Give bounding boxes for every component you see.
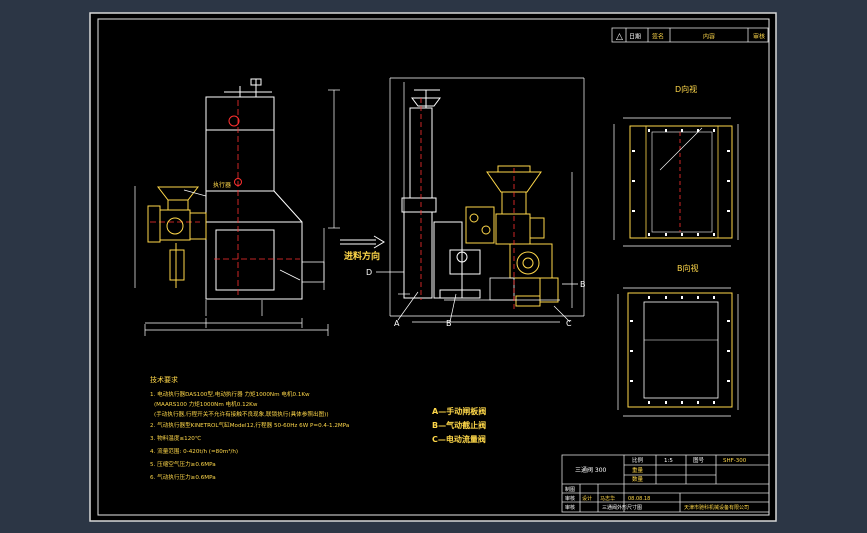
tech-note-item: 1. 电动执行器DAS100型,电动执行器 力矩1000Nm 电机0.1Kw [150, 390, 310, 398]
revision-signature-header: 签名 [652, 33, 664, 41]
ratio-label: 比例 [632, 456, 644, 464]
ratio-value: 1:5 [664, 458, 673, 464]
tech-note-item: (MAARS100 力矩1000Nm 电机0.12Kw [154, 400, 258, 408]
legend-item-c: C—电动流量阀 [432, 434, 486, 444]
feed-direction-label: 进料方向 [344, 250, 380, 262]
tech-note-item: 5. 压缩空气压力≥0.6MPa [150, 460, 216, 468]
legend-item-b: B—气动截止阀 [432, 420, 486, 430]
qty-label: 数量 [632, 475, 644, 483]
drawing-sheet [89, 12, 777, 522]
company-name: 天津市驰科机械设备有限公司 [684, 504, 749, 511]
drawing-description: 三通阀外形尺寸图 [602, 504, 642, 511]
revision-date-header: 日期 [629, 33, 641, 41]
b-view-title: B向视 [677, 263, 699, 273]
tech-note-item: 4. 流量范围: 0-420t/h (=80m³/h) [150, 447, 238, 455]
tech-note-item: (手动执行器,行程开关不允许有接触不良现象,联锁执行(具体参照出图)) [154, 410, 329, 418]
marker-c: C [566, 319, 572, 328]
drawing-no-label: 图号 [693, 456, 705, 464]
revision-symbol: △ [616, 32, 623, 42]
approve-label: 审核 [565, 504, 575, 511]
tech-note-item: 6. 气动执行压力≥0.6MPa [150, 473, 216, 481]
design-label: 设计 [582, 495, 592, 502]
draw-label: 制图 [565, 486, 575, 493]
designer-name: 马志华 [600, 495, 615, 502]
title-block-name: 三通阀 300 [575, 466, 607, 474]
tech-note-item: 3. 物料温度≤120℃ [150, 434, 201, 442]
marker-b: B [446, 319, 452, 328]
revision-content-header: 内容 [703, 33, 715, 41]
cad-drawing-canvas: △ 日期 签名 内容 审核 执行器 进料方向 A B C D B D向视 B向视… [89, 12, 777, 522]
revision-approve-header: 审核 [753, 33, 765, 41]
drawing-no-value: SHF-300 [723, 458, 747, 464]
front-view-note: 执行器 [213, 181, 231, 189]
tech-note-item: 2. 气动执行器型KINETROL气缸Model12,行程器 50-60Hz 6… [150, 421, 349, 429]
check-label: 审核 [565, 495, 575, 502]
marker-a: A [394, 319, 400, 328]
d-view-title: D向视 [675, 84, 697, 94]
drawing-date: 08.08.18 [628, 496, 650, 502]
tech-notes-title: 技术要求 [150, 375, 178, 384]
marker-b-arrow: B [580, 280, 586, 289]
legend-item-a: A—手动闸板阀 [432, 406, 486, 416]
weight-label: 重量 [632, 466, 644, 474]
marker-d: D [366, 268, 372, 277]
